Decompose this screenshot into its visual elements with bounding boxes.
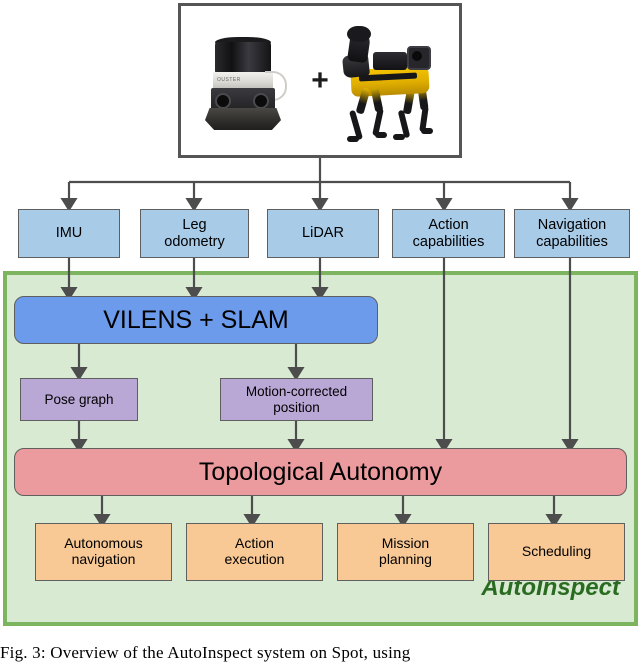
lidar-sensor-photo: OUSTER bbox=[203, 33, 289, 133]
robot-payload bbox=[373, 52, 407, 70]
robot-foot-front-left bbox=[347, 136, 359, 142]
node-lidar-label: LiDAR bbox=[302, 225, 344, 242]
node-leg-odometry[interactable]: Leg odometry bbox=[140, 209, 249, 258]
robot-sensor-lens-icon bbox=[412, 51, 422, 61]
node-pose-graph-label: Pose graph bbox=[44, 391, 114, 407]
node-navigation-capabilities-label: Navigation capabilities bbox=[536, 217, 608, 250]
source-photo-panel: OUSTER + bbox=[178, 3, 462, 158]
robot-foot-front-right bbox=[375, 132, 387, 138]
robot-foot-back-right bbox=[421, 128, 433, 134]
figure-root: OUSTER + AutoInspect IMU Leg odometry Li… bbox=[0, 0, 640, 664]
figure-caption: Fig. 3: Overview of the AutoInspect syst… bbox=[0, 643, 411, 662]
node-navigation-capabilities[interactable]: Navigation capabilities bbox=[514, 209, 630, 258]
node-vilens-slam-label: VILENS + SLAM bbox=[103, 306, 289, 334]
lidar-band-text: OUSTER bbox=[217, 77, 241, 83]
spot-quadruped-robot-photo bbox=[333, 22, 451, 148]
node-action-execution[interactable]: Action execution bbox=[186, 523, 323, 581]
lidar-camera-left-icon bbox=[215, 93, 231, 109]
plus-icon: + bbox=[311, 63, 329, 97]
node-topological-autonomy[interactable]: Topological Autonomy bbox=[14, 448, 627, 496]
node-leg-odometry-label: Leg odometry bbox=[164, 217, 225, 250]
node-action-capabilities[interactable]: Action capabilities bbox=[392, 209, 505, 258]
node-action-capabilities-label: Action capabilities bbox=[412, 217, 485, 250]
node-autonomous-navigation-label: Autonomous navigation bbox=[64, 535, 143, 567]
node-imu[interactable]: IMU bbox=[18, 209, 120, 258]
node-scheduling-label: Scheduling bbox=[521, 543, 592, 560]
lidar-camera-right-icon bbox=[253, 93, 269, 109]
lidar-drum bbox=[215, 42, 271, 74]
node-mission-planning-label: Mission planning bbox=[379, 535, 432, 567]
node-motion-corrected-position[interactable]: Motion-corrected position bbox=[220, 378, 373, 421]
node-action-execution-label: Action execution bbox=[224, 535, 285, 567]
node-scheduling[interactable]: Scheduling bbox=[488, 523, 625, 581]
robot-arm-gripper bbox=[347, 26, 371, 42]
node-motion-corrected-position-label: Motion-corrected position bbox=[245, 384, 348, 415]
node-imu-label: IMU bbox=[55, 225, 83, 242]
node-lidar[interactable]: LiDAR bbox=[267, 209, 379, 258]
node-mission-planning[interactable]: Mission planning bbox=[337, 523, 474, 581]
node-autonomous-navigation[interactable]: Autonomous navigation bbox=[35, 523, 172, 581]
node-topological-autonomy-label: Topological Autonomy bbox=[198, 458, 443, 486]
node-vilens-slam[interactable]: VILENS + SLAM bbox=[14, 296, 378, 344]
robot-foot-back-left bbox=[393, 134, 405, 140]
lidar-base bbox=[205, 108, 281, 130]
node-pose-graph[interactable]: Pose graph bbox=[20, 378, 138, 421]
